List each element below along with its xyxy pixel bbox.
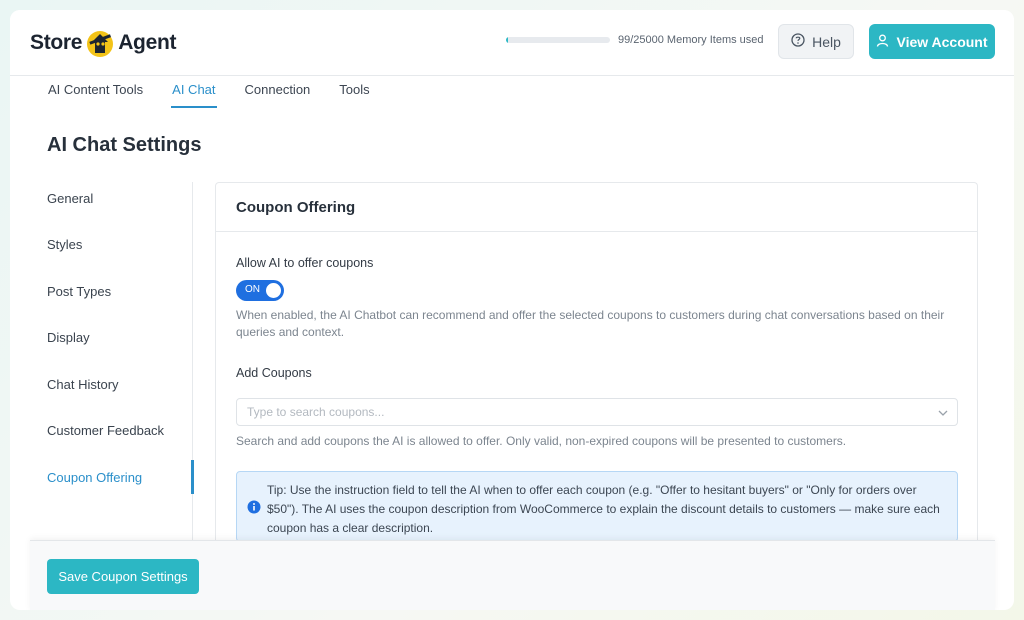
tip-box: Tip: Use the instruction field to tell t…	[236, 471, 958, 542]
view-account-label: View Account	[896, 33, 988, 50]
user-icon	[876, 34, 889, 50]
info-icon	[247, 500, 261, 519]
memory-usage: 99/25000 Memory Items used	[506, 34, 764, 46]
allow-coupons-help: When enabled, the AI Chatbot can recomme…	[236, 308, 945, 339]
allow-coupons-label: Allow AI to offer coupons	[236, 256, 374, 270]
sidebar-item-coupon-offering[interactable]: Coupon Offering	[47, 470, 142, 485]
save-footer: Save Coupon Settings	[30, 540, 995, 610]
tab-ai-content-tools[interactable]: AI Content Tools	[47, 82, 144, 108]
toggle-knob	[266, 283, 281, 298]
sidebar-item-post-types[interactable]: Post Types	[47, 284, 111, 299]
help-label: Help	[812, 33, 841, 50]
view-account-button[interactable]: View Account	[869, 24, 995, 59]
tab-tools[interactable]: Tools	[338, 82, 370, 108]
tip-text: Tip: Use the instruction field to tell t…	[267, 483, 940, 535]
tab-connection[interactable]: Connection	[244, 82, 312, 108]
app-panel: Store Agent 99/25000 Memory Items used H…	[10, 10, 1014, 610]
sidebar-item-chat-history[interactable]: Chat History	[47, 377, 119, 392]
memory-usage-label: 99/25000 Memory Items used	[618, 34, 764, 46]
sidebar-active-indicator	[191, 460, 194, 494]
chevron-down-icon[interactable]	[937, 406, 949, 424]
coupon-search-help: Search and add coupons the AI is allowed…	[236, 434, 847, 448]
top-bar: Store Agent 99/25000 Memory Items used H…	[10, 10, 1014, 76]
toggle-state-label: ON	[245, 284, 260, 295]
section-title: Coupon Offering	[216, 183, 977, 232]
brand-logo: Store Agent	[30, 28, 176, 58]
coupon-offering-card: Coupon Offering Allow AI to offer coupon…	[215, 182, 978, 542]
save-coupon-settings-button[interactable]: Save Coupon Settings	[47, 559, 199, 594]
page-title: AI Chat Settings	[47, 134, 202, 156]
question-circle-icon	[791, 33, 805, 50]
sidebar-item-customer-feedback[interactable]: Customer Feedback	[47, 423, 164, 438]
brand-name-part1: Store	[30, 31, 83, 54]
memory-progress-bar	[506, 37, 610, 43]
memory-progress-fill	[506, 37, 509, 43]
sidebar-item-display[interactable]: Display	[47, 330, 90, 345]
coupon-search-select[interactable]	[236, 398, 958, 426]
brand-name-part2: Agent	[118, 31, 177, 54]
allow-coupons-toggle[interactable]: ON	[236, 280, 284, 301]
agent-logo-icon	[83, 26, 117, 60]
coupon-search-input[interactable]	[237, 399, 917, 425]
sidebar-item-general[interactable]: General	[47, 191, 93, 206]
sidebar-item-styles[interactable]: Styles	[47, 237, 82, 252]
settings-sidebar	[30, 182, 193, 542]
help-button[interactable]: Help	[778, 24, 854, 59]
add-coupons-label: Add Coupons	[236, 366, 312, 380]
tab-ai-chat[interactable]: AI Chat	[171, 82, 217, 108]
main-tabs: AI Content Tools AI Chat Connection Tool…	[47, 82, 371, 108]
